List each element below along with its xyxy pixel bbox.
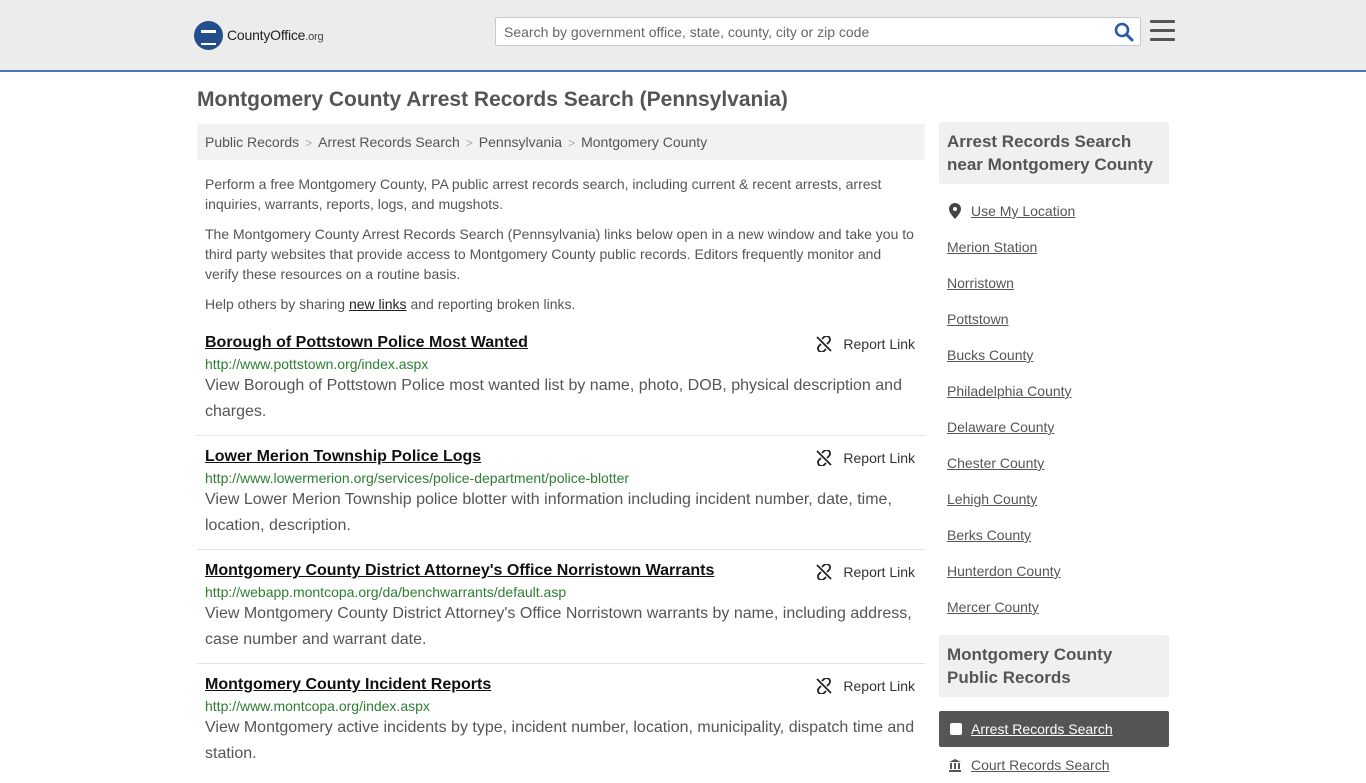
nearby-item[interactable]: Bucks County (947, 337, 1161, 373)
logo-text: CountyOffice.org (227, 27, 324, 43)
result-item: Borough of Pottstown Police Most Wanted … (197, 322, 925, 436)
checkbox-icon (950, 723, 962, 735)
nearby-item[interactable]: Norristown (947, 265, 1161, 301)
nearby-item[interactable]: Delaware County (947, 409, 1161, 445)
chevron-right-icon: > (568, 136, 576, 150)
breadcrumb-item-public-records[interactable]: Public Records (205, 134, 299, 150)
nearby-item[interactable]: Mercer County (947, 589, 1161, 625)
chevron-right-icon: > (305, 136, 313, 150)
report-link-button[interactable]: Report Link (816, 450, 915, 466)
result-title-link[interactable]: Lower Merion Township Police Logs (205, 448, 481, 466)
result-item: Lower Merion Township Police Logs Report… (197, 436, 925, 550)
result-description: View Montgomery County District Attorney… (205, 605, 912, 648)
nearby-item[interactable]: Berks County (947, 517, 1161, 553)
sidebar-item-arrest-records[interactable]: Arrest Records Search (939, 711, 1169, 747)
nearby-item[interactable]: Chester County (947, 445, 1161, 481)
result-description: View Lower Merion Township police blotte… (205, 491, 892, 534)
result-title-link[interactable]: Montgomery County District Attorney's Of… (205, 562, 714, 580)
report-link-button[interactable]: Report Link (816, 336, 915, 352)
result-item: Montgomery County Incident Reports Repor… (197, 664, 925, 777)
public-records-heading: Montgomery County Public Records (939, 635, 1169, 697)
intro-text: Perform a free Montgomery County, PA pub… (197, 174, 925, 314)
nearby-item[interactable]: Lehigh County (947, 481, 1161, 517)
broken-link-icon (816, 450, 833, 466)
breadcrumb-item-pennsylvania[interactable]: Pennsylvania (479, 134, 562, 150)
result-title-link[interactable]: Montgomery County Incident Reports (205, 676, 491, 694)
page-title: Montgomery County Arrest Records Search … (197, 88, 788, 111)
map-pin-icon (949, 203, 961, 219)
hamburger-menu-icon[interactable] (1150, 20, 1175, 42)
search-input[interactable] (496, 18, 1096, 45)
result-url: http://webapp.montcopa.org/da/benchwarra… (205, 584, 567, 600)
use-my-location-link[interactable]: Use My Location (947, 193, 1161, 229)
breadcrumb: Public Records > Arrest Records Search > Pen… (197, 124, 925, 160)
sidebar: Arrest Records Search near Montgomery Co… (939, 122, 1169, 783)
results-list: Borough of Pottstown Police Most Wanted … (197, 322, 925, 777)
nearby-item[interactable]: Pottstown (947, 301, 1161, 337)
result-description: View Borough of Pottstown Police most wa… (205, 377, 902, 420)
search-icon[interactable] (1114, 22, 1134, 42)
nearby-item[interactable]: Hunterdon County (947, 553, 1161, 589)
result-description: View Montgomery active incidents by type… (205, 719, 915, 762)
result-url: http://www.lowermerion.org/services/poli… (205, 470, 630, 486)
result-url: http://www.montcopa.org/index.aspx (205, 698, 430, 714)
intro-paragraph-1: Perform a free Montgomery County, PA pub… (205, 176, 882, 212)
logo-badge-icon (194, 20, 223, 50)
report-link-button[interactable]: Report Link (816, 678, 915, 694)
broken-link-icon (816, 564, 833, 580)
chevron-right-icon: > (465, 136, 473, 150)
sidebar-item-court-records[interactable]: Court Records Search (939, 747, 1169, 783)
main-content: Public Records > Arrest Records Search > Pen… (197, 124, 925, 777)
nearby-item[interactable]: Philadelphia County (947, 373, 1161, 409)
result-item: Montgomery County District Attorney's Of… (197, 550, 925, 664)
breadcrumb-item-montgomery[interactable]: Montgomery County (581, 134, 707, 150)
nearby-list: Use My Location Merion Station Norristow… (939, 184, 1169, 635)
intro-paragraph-2: The Montgomery County Arrest Records Sea… (205, 226, 914, 282)
result-title-link[interactable]: Borough of Pottstown Police Most Wanted (205, 334, 528, 352)
site-logo[interactable]: CountyOffice.org (194, 20, 324, 50)
courthouse-icon (949, 759, 961, 772)
result-url: http://www.pottstown.org/index.aspx (205, 356, 429, 372)
broken-link-icon (816, 336, 833, 352)
new-links-link[interactable]: new links (349, 296, 407, 312)
intro-paragraph-3: Help others by sharing new links and rep… (205, 296, 576, 312)
breadcrumb-item-arrest-records[interactable]: Arrest Records Search (318, 134, 460, 150)
broken-link-icon (816, 678, 833, 694)
nearby-heading: Arrest Records Search near Montgomery Co… (939, 122, 1169, 184)
search-box (495, 17, 1141, 46)
nearby-item[interactable]: Merion Station (947, 229, 1161, 265)
report-link-button[interactable]: Report Link (816, 564, 915, 580)
top-bar: CountyOffice.org (0, 0, 1366, 72)
